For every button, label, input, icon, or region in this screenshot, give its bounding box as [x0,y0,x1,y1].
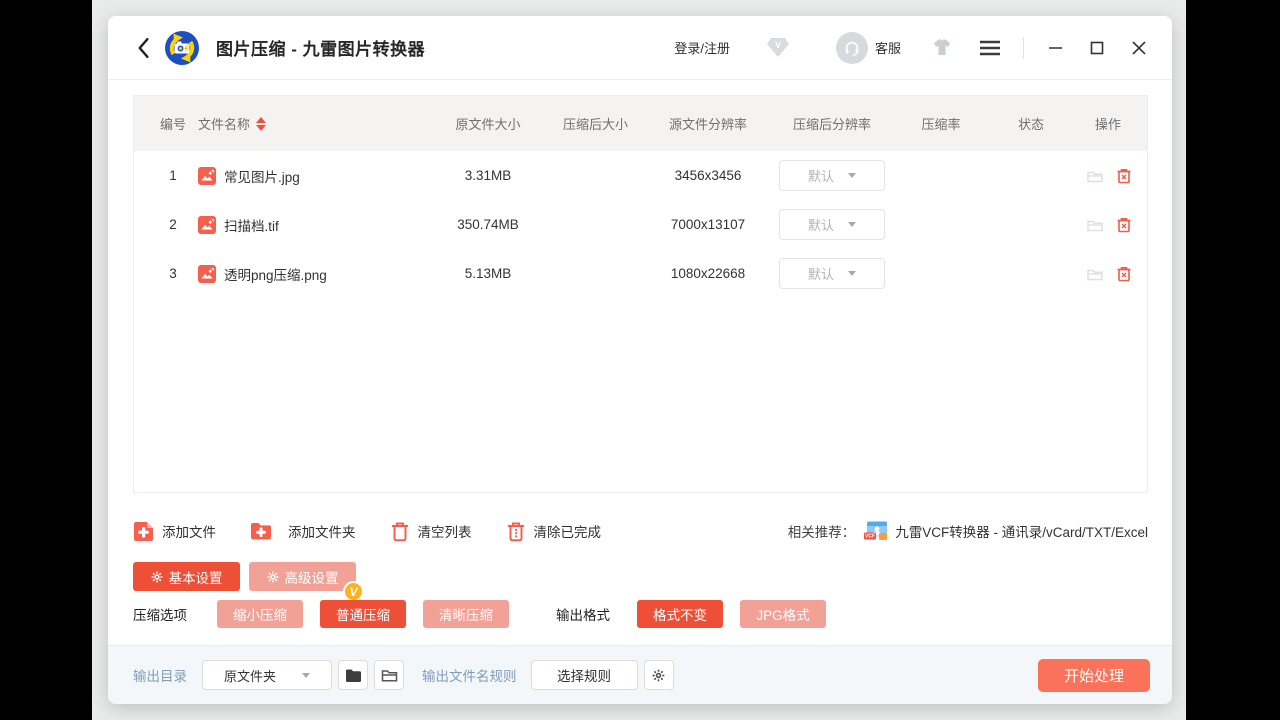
folder-icon [345,668,362,683]
file-name: 常见图片.jpg [224,166,300,186]
src-resolution: 7000x13107 [648,217,768,232]
chevron-down-icon [848,173,856,178]
delete-file-icon[interactable] [1115,216,1133,234]
svg-text:VCF: VCF [865,534,875,540]
chevron-down-icon [302,673,310,678]
hamburger-menu-icon[interactable] [979,39,1001,57]
name-rule-label: 输出文件名规则 [422,665,517,685]
table-row: 2 扫描档.tif 350.74MB 7000x13107 默认 [134,200,1147,249]
file-name: 扫描档.tif [224,215,279,235]
footer-bar: 输出目录 原文件夹 输出文件名规则 选择规则 开始处理 [108,645,1172,704]
open-folder-icon[interactable] [1086,216,1104,234]
file-name: 透明png压缩.png [224,264,327,284]
output-dir-dropdown[interactable]: 原文件夹 [202,660,332,690]
vip-badge: V [343,581,364,602]
col-header-actions: 操作 [1076,114,1133,133]
option-normal-compress[interactable]: 普通压缩 [320,600,406,628]
clear-completed-button[interactable]: 清除已完成 [506,521,602,542]
option-format-unchanged[interactable]: 格式不变 [637,600,723,628]
col-header-src-resolution: 源文件分辨率 [648,114,768,133]
col-header-number: 编号 [148,114,198,133]
tab-advanced-settings[interactable]: 高级设置 V [249,562,356,591]
gear-icon [267,571,279,583]
desktop-background: 图片压缩 - 九雷图片转换器 登录/注册 V 客服 [92,0,1186,720]
orig-size: 5.13MB [433,266,543,281]
customer-service-avatar[interactable] [836,32,868,64]
col-header-filename: 文件名称 [198,114,433,133]
add-file-icon [133,521,154,542]
choose-rule-button[interactable]: 选择规则 [531,660,638,690]
page-title: 图片压缩 - 九雷图片转换器 [216,35,425,60]
src-resolution: 1080x22668 [648,266,768,281]
orig-size: 350.74MB [433,217,543,232]
tab-basic-settings[interactable]: 基本设置 [133,562,240,591]
col-header-orig-size: 原文件大小 [433,114,543,133]
list-toolbar: 添加文件 添加文件夹 清空列表 清除已完成 相关推荐： VCF 九雷VCF转换器… [133,514,1148,548]
orig-size: 3.31MB [433,168,543,183]
open-folder-icon[interactable] [1086,265,1104,283]
maximize-button[interactable] [1086,37,1108,59]
add-folder-button[interactable]: 添加文件夹 [250,521,356,541]
output-dir-label: 输出目录 [133,665,187,685]
file-list: 编号 文件名称 原文件大小 压缩后大小 源文件分辨率 压缩后分辨率 压缩率 状态… [133,95,1148,493]
add-file-button[interactable]: 添加文件 [133,521,216,542]
minimize-button[interactable] [1044,37,1066,59]
add-folder-icon [250,521,272,541]
output-format-label: 输出格式 [556,604,610,624]
rule-settings-button[interactable] [644,660,674,690]
chevron-down-icon [848,222,856,227]
clear-list-icon [390,521,410,542]
file-list-header: 编号 文件名称 原文件大小 压缩后大小 源文件分辨率 压缩后分辨率 压缩率 状态… [134,96,1147,151]
start-processing-button[interactable]: 开始处理 [1038,659,1150,692]
open-folder-icon [381,668,398,683]
customer-service-label[interactable]: 客服 [875,38,901,57]
close-button[interactable] [1128,37,1150,59]
delete-file-icon[interactable] [1115,265,1133,283]
svg-text:V: V [775,40,781,50]
dst-resolution-dropdown[interactable]: 默认 [779,160,885,191]
chevron-down-icon [848,271,856,276]
gear-icon [151,571,163,583]
col-header-ratio: 压缩率 [896,114,986,133]
image-file-icon [198,265,216,283]
titlebar: 图片压缩 - 九雷图片转换器 登录/注册 V 客服 [108,16,1172,80]
sort-arrows-icon[interactable] [256,117,266,131]
src-resolution: 3456x3456 [648,168,768,183]
col-header-dst-resolution: 压缩后分辨率 [768,114,896,133]
col-header-compressed-size: 压缩后大小 [543,114,648,133]
delete-file-icon[interactable] [1115,167,1133,185]
compress-options-label: 压缩选项 [133,604,187,624]
vip-diamond-icon[interactable]: V [766,37,790,58]
recommend-link[interactable]: VCF 九雷VCF转换器 - 通讯录/vCard/TXT/Excel [863,520,1148,542]
open-folder-icon[interactable] [1086,167,1104,185]
app-logo-icon [164,30,200,66]
clear-list-button[interactable]: 清空列表 [390,521,472,542]
open-output-folder-button[interactable] [374,660,404,690]
back-button[interactable] [130,35,156,61]
option-shrink-compress[interactable]: 缩小压缩 [217,600,303,628]
option-clear-compress[interactable]: 清晰压缩 [423,600,509,628]
image-file-icon [198,216,216,234]
titlebar-divider [1023,37,1024,59]
col-header-status: 状态 [986,114,1076,133]
login-register-link[interactable]: 登录/注册 [674,38,730,57]
skin-shirt-icon[interactable] [931,38,953,58]
vcf-converter-icon: VCF [863,520,888,542]
table-row: 1 常见图片.jpg 3.31MB 3456x3456 默认 [134,151,1147,200]
table-row: 3 透明png压缩.png 5.13MB 1080x22668 默认 [134,249,1147,298]
gear-icon [652,669,665,682]
settings-tabs: 基本设置 高级设置 V [133,562,356,591]
dst-resolution-dropdown[interactable]: 默认 [779,258,885,289]
app-window: 图片压缩 - 九雷图片转换器 登录/注册 V 客服 [108,16,1172,704]
compression-options-row: 压缩选项 缩小压缩 普通压缩 清晰压缩 输出格式 格式不变 JPG格式 [133,600,826,628]
recommendation: 相关推荐： VCF 九雷VCF转换器 - 通讯录/vCard/TXT/Excel [788,520,1148,542]
choose-folder-button[interactable] [338,660,368,690]
clear-completed-icon [506,521,526,542]
image-file-icon [198,167,216,185]
recommend-label: 相关推荐： [788,521,856,541]
option-format-jpg[interactable]: JPG格式 [740,600,826,628]
dst-resolution-dropdown[interactable]: 默认 [779,209,885,240]
